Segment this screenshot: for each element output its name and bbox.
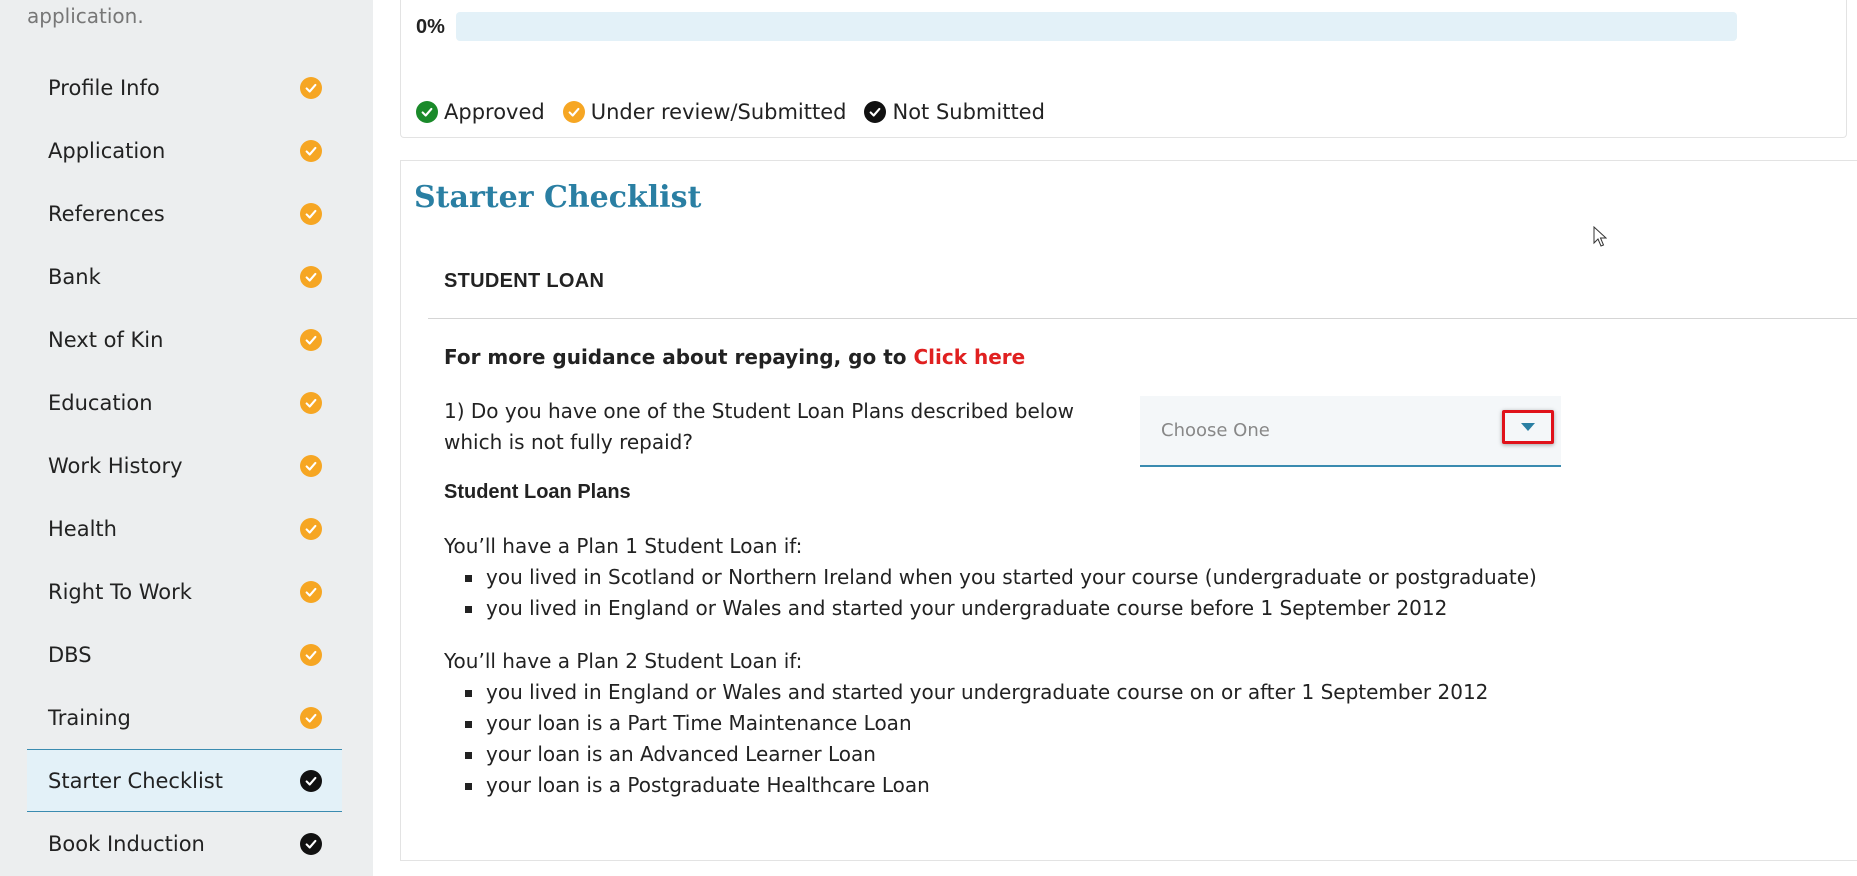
legend-under-review: Under review/Submitted <box>562 100 847 124</box>
sidebar-item-starter-checklist[interactable]: Starter Checklist <box>27 749 342 812</box>
status-check-icon <box>300 517 322 540</box>
guidance-link[interactable]: Click here <box>913 345 1025 369</box>
sidebar-item-health[interactable]: Health <box>27 497 342 560</box>
section-divider <box>428 318 1857 319</box>
list-item: you lived in England or Wales and starte… <box>444 593 1537 624</box>
status-check-icon <box>300 202 322 225</box>
sidebar-item-education[interactable]: Education <box>27 371 342 434</box>
list-item: your loan is an Advanced Learner Loan <box>444 739 1488 770</box>
sidebar-intro-text: application. <box>27 4 144 28</box>
select-dropdown-button[interactable] <box>1502 410 1554 444</box>
sidebar-item-work-history[interactable]: Work History <box>27 434 342 497</box>
sidebar: application. Profile Info Application Refe… <box>0 0 373 876</box>
status-legend: Approved Under review/Submitted Not Subm… <box>416 100 1063 124</box>
status-check-icon <box>300 265 322 288</box>
sidebar-item-label: Education <box>48 390 153 415</box>
list-item: you lived in England or Wales and starte… <box>444 677 1488 708</box>
sidebar-item-label: Bank <box>48 264 101 289</box>
legend-not-submitted: Not Submitted <box>864 100 1045 124</box>
sidebar-item-profile-info[interactable]: Profile Info <box>27 56 342 119</box>
sidebar-item-label: Work History <box>48 453 183 478</box>
select-placeholder: Choose One <box>1161 420 1270 441</box>
legend-under-review-label: Under review/Submitted <box>590 100 847 124</box>
section-header-student-loan: STUDENT LOAN <box>444 270 605 292</box>
plan-2-block: You’ll have a Plan 2 Student Loan if: yo… <box>444 646 1488 801</box>
legend-approved-label: Approved <box>444 100 545 124</box>
approved-check-icon <box>416 101 438 123</box>
plan-1-block: You’ll have a Plan 1 Student Loan if: yo… <box>444 531 1537 624</box>
not-submitted-check-icon <box>864 101 887 123</box>
status-check-icon <box>300 391 322 414</box>
sidebar-item-dbs[interactable]: DBS <box>27 623 342 686</box>
legend-not-submitted-label: Not Submitted <box>892 100 1045 124</box>
sidebar-item-label: Health <box>48 516 117 541</box>
sidebar-item-label: Next of Kin <box>48 327 164 352</box>
status-check-icon <box>300 76 322 99</box>
under-review-check-icon <box>562 101 585 123</box>
page-title: Starter Checklist <box>414 180 702 215</box>
mouse-cursor-icon <box>1593 226 1607 247</box>
sidebar-item-references[interactable]: References <box>27 182 342 245</box>
plan-2-list: you lived in England or Wales and starte… <box>444 677 1488 801</box>
progress-percent: 0% <box>416 16 445 38</box>
sidebar-item-bank[interactable]: Bank <box>27 245 342 308</box>
sidebar-item-label: Starter Checklist <box>48 768 223 793</box>
status-check-icon <box>300 643 322 666</box>
sidebar-item-book-induction[interactable]: Book Induction <box>27 812 342 875</box>
list-item: your loan is a Part Time Maintenance Loa… <box>444 708 1488 739</box>
status-check-icon <box>300 454 322 477</box>
guidance-prefix: For more guidance about repaying, go to <box>444 345 907 369</box>
legend-approved: Approved <box>416 100 545 124</box>
sidebar-item-training[interactable]: Training <box>27 686 342 749</box>
sidebar-item-application[interactable]: Application <box>27 119 342 182</box>
sidebar-item-label: DBS <box>48 642 92 667</box>
status-check-icon <box>300 580 322 603</box>
sidebar-item-label: Profile Info <box>48 75 160 100</box>
plan-1-intro: You’ll have a Plan 1 Student Loan if: <box>444 534 803 558</box>
status-check-icon <box>300 328 322 351</box>
sidebar-item-label: Application <box>48 138 166 163</box>
sidebar-item-label: References <box>48 201 165 226</box>
student-loan-select[interactable]: Choose One <box>1140 396 1561 467</box>
status-check-icon <box>300 706 322 729</box>
sidebar-item-next-of-kin[interactable]: Next of Kin <box>27 308 342 371</box>
question-student-loan: 1) Do you have one of the Student Loan P… <box>444 399 1074 454</box>
plan-2-intro: You’ll have a Plan 2 Student Loan if: <box>444 649 803 673</box>
progress-bar <box>456 12 1737 41</box>
plan-1-list: you lived in Scotland or Northern Irelan… <box>444 562 1537 624</box>
chevron-down-icon <box>1521 423 1535 431</box>
status-check-icon <box>300 139 322 162</box>
sidebar-item-label: Training <box>48 705 131 730</box>
plans-title: Student Loan Plans <box>444 481 631 503</box>
sidebar-item-right-to-work[interactable]: Right To Work <box>27 560 342 623</box>
sidebar-item-label: Right To Work <box>48 579 192 604</box>
status-check-icon <box>300 769 322 792</box>
guidance-text: For more guidance about repaying, go to … <box>444 345 1025 369</box>
sidebar-item-label: Book Induction <box>48 831 205 856</box>
status-check-icon <box>300 832 322 855</box>
list-item: your loan is a Postgraduate Healthcare L… <box>444 770 1488 801</box>
list-item: you lived in Scotland or Northern Irelan… <box>444 562 1537 593</box>
